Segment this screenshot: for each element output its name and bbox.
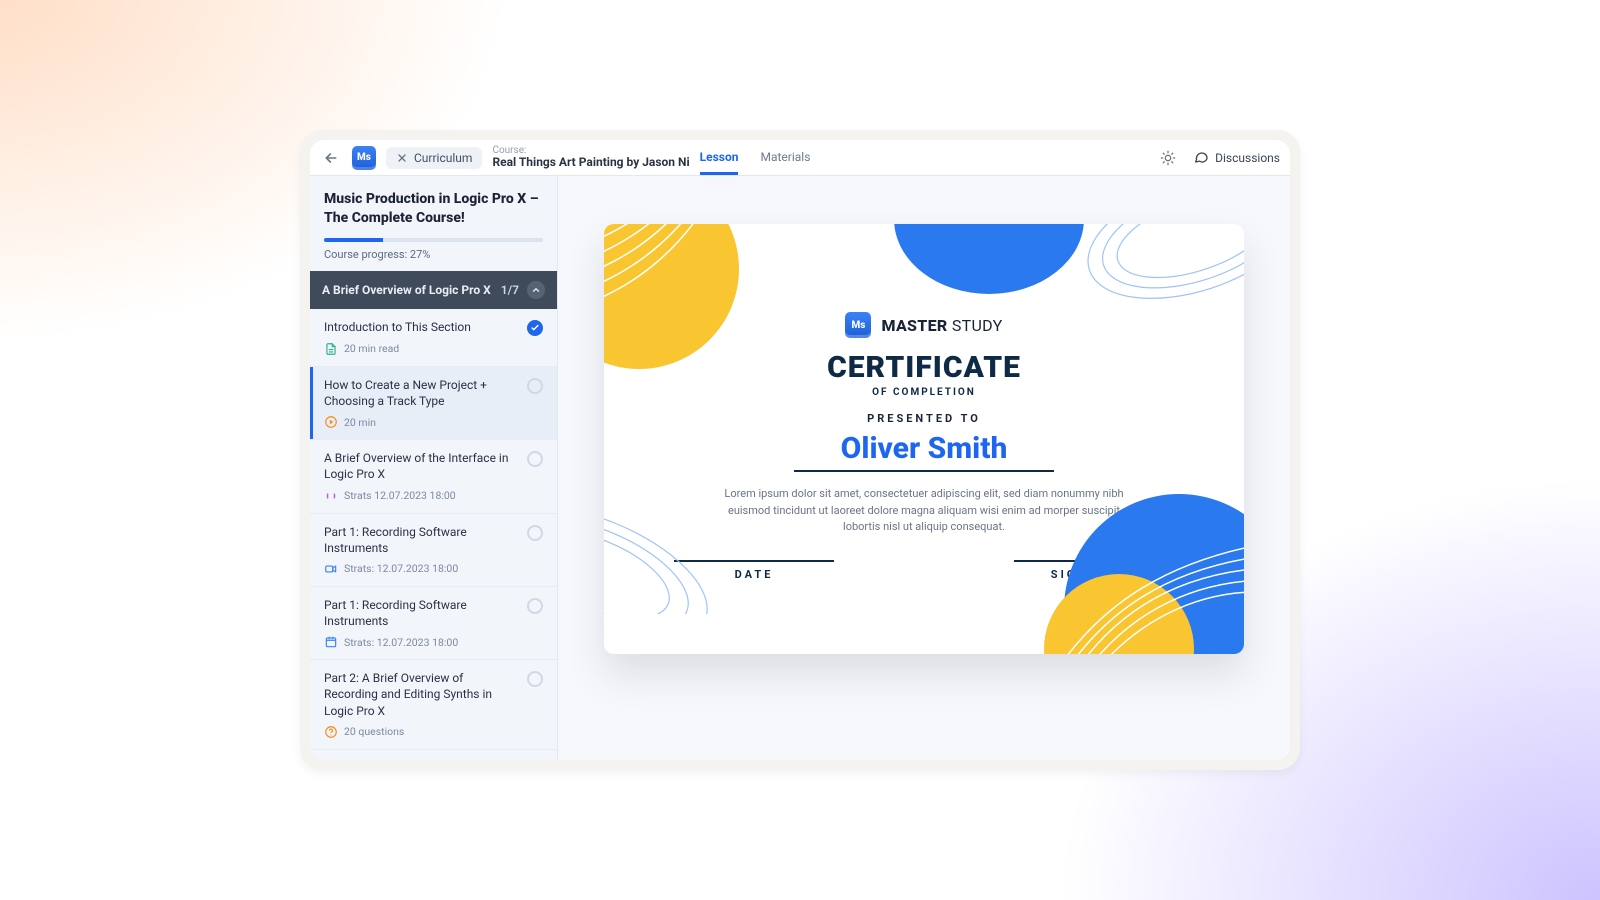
section-toggle[interactable] [527, 281, 545, 299]
certificate-presented: PRESENTED TO [644, 412, 1204, 425]
tab-lesson[interactable]: Lesson [700, 150, 739, 175]
theme-toggle[interactable] [1157, 147, 1179, 169]
decor-lines-br [1034, 464, 1244, 654]
lesson-meta: 20 min read [324, 342, 543, 356]
lesson-title: Part 1: Recording Software Instruments [324, 597, 519, 629]
app-logo: Ms [352, 146, 376, 170]
header-right-controls: Discussions [1157, 147, 1280, 169]
decor-lines-tr [1084, 224, 1244, 366]
section-header[interactable]: A Brief Overview of Logic Pro X 1/7 [310, 271, 557, 309]
lesson-item[interactable]: A Brief Overview of the Interface in Log… [310, 440, 557, 513]
doc-icon [324, 342, 338, 356]
lesson-title: A Brief Overview of the Interface in Log… [324, 450, 519, 482]
lesson-meta: 20 questions [324, 725, 543, 739]
quiz-icon [324, 725, 338, 739]
chevron-up-icon [531, 285, 541, 295]
certificate-name: Oliver Smith [827, 431, 1022, 470]
lesson-title: How to Create a New Project + Choosing a… [324, 377, 519, 409]
lesson-title: Part 2: A Brief Overview of Recording an… [324, 670, 519, 719]
play-icon [324, 415, 338, 429]
lesson-meta: Strats 12.07.2023 18:00 [324, 489, 543, 503]
certificate-card: Ms MASTER STUDY CERTIFICATE OF COMPLETIO… [604, 224, 1244, 654]
section-title: A Brief Overview of Logic Pro X [322, 283, 491, 297]
course-breadcrumb: Course: Real Things Art Painting by Jaso… [492, 145, 689, 169]
lesson-meta: 20 min [324, 415, 543, 429]
curriculum-chip[interactable]: Curriculum [386, 147, 482, 169]
lesson-item[interactable]: Part 2: A Brief Overview of Recording an… [310, 660, 557, 750]
discussions-button[interactable]: Discussions [1193, 150, 1280, 166]
lesson-content: Ms MASTER STUDY CERTIFICATE OF COMPLETIO… [558, 176, 1290, 760]
course-title: Music Production in Logic Pro X – The Co… [324, 190, 543, 228]
discussions-label: Discussions [1215, 151, 1280, 165]
status-incomplete-icon [527, 378, 543, 394]
lesson-item[interactable]: Part 1: Recording Software Instruments St… [310, 587, 557, 660]
decor-circle-blue-tr [894, 224, 1084, 294]
lesson-item[interactable]: How to Create a New Project + Choosing a… [310, 367, 557, 440]
curriculum-sidebar: Music Production in Logic Pro X – The Co… [310, 176, 558, 760]
status-incomplete-icon [527, 451, 543, 467]
chat-icon [1193, 150, 1209, 166]
sun-icon [1160, 150, 1176, 166]
decor-lines-bl [604, 444, 754, 614]
lesson-item[interactable]: Introduction to This Section 20 min read [310, 309, 557, 367]
back-button[interactable] [320, 147, 342, 169]
arrow-left-icon [323, 150, 339, 166]
brand-logo-icon: Ms [845, 312, 871, 338]
certificate-name-underline [794, 470, 1054, 472]
decor-lines-tl [604, 224, 794, 334]
cal-icon [324, 635, 338, 649]
top-bar: Ms Curriculum Course: Real Things Art Pa… [310, 140, 1290, 176]
status-incomplete-icon [527, 671, 543, 687]
lesson-meta: Strats: 12.07.2023 18:00 [324, 635, 543, 649]
certificate-subtitle: OF COMPLETION [644, 387, 1204, 398]
progress-fill [324, 238, 383, 242]
lesson-title: Part 1: Recording Software Instruments [324, 524, 519, 556]
status-incomplete-icon [527, 598, 543, 614]
section-count: 1/7 [501, 283, 519, 297]
lesson-title: Introduction to This Section [324, 319, 519, 335]
progress-label: Course progress: 27% [324, 248, 543, 261]
close-icon [396, 152, 408, 164]
tab-materials[interactable]: Materials [760, 150, 810, 175]
lesson-list[interactable]: Introduction to This Section 20 min read H… [310, 309, 557, 760]
lesson-meta: Strats: 12.07.2023 18:00 [324, 562, 543, 576]
lesson-item[interactable]: Part 1: Recording Software Instruments St… [310, 514, 557, 587]
live-icon [324, 489, 338, 503]
app-body: Music Production in Logic Pro X – The Co… [310, 176, 1290, 760]
brand-text: MASTER STUDY [881, 316, 1002, 335]
app-window: Ms Curriculum Course: Real Things Art Pa… [310, 140, 1290, 760]
course-breadcrumb-title: Real Things Art Painting by Jason Ni [492, 156, 689, 169]
video-icon [324, 562, 338, 576]
device-frame: Ms Curriculum Course: Real Things Art Pa… [300, 130, 1300, 770]
status-complete-icon [527, 320, 543, 336]
lesson-item[interactable]: Part 3: Recording Audio + a Brief Overvi… [310, 750, 557, 760]
course-progress: Course progress: 27% [324, 238, 543, 261]
status-incomplete-icon [527, 525, 543, 541]
curriculum-label: Curriculum [414, 151, 472, 165]
header-tabs: Lesson Materials [700, 140, 811, 175]
sidebar-header: Music Production in Logic Pro X – The Co… [310, 176, 557, 271]
